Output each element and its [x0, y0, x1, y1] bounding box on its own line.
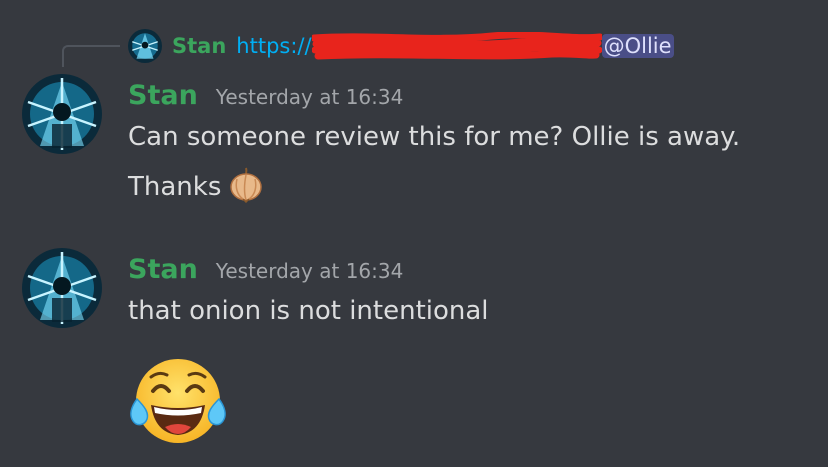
onion-emoji[interactable]: [227, 165, 265, 204]
chat-view: Stan https:// @Ollie Stan Yesterday at 1…: [0, 0, 828, 467]
timestamp[interactable]: Yesterday at 16:34: [216, 85, 404, 109]
reply-author[interactable]: Stan: [172, 34, 226, 58]
redaction-scribble: [310, 31, 604, 60]
reply-connector: [62, 45, 120, 67]
message-text: Can someone review this for me? Ollie is…: [128, 112, 740, 212]
message-line: Can someone review this for me? Ollie is…: [128, 122, 741, 152]
avatar-icon[interactable]: [22, 248, 102, 328]
tears-of-joy-emoji[interactable]: [129, 355, 227, 453]
username[interactable]: Stan: [128, 80, 198, 111]
message-text: that onion is not intentional: [128, 296, 489, 326]
username[interactable]: Stan: [128, 254, 198, 285]
avatar-icon[interactable]: [22, 74, 102, 154]
message-line-thanks: Thanks: [128, 162, 740, 212]
avatar-icon[interactable]: [128, 29, 162, 63]
timestamp[interactable]: Yesterday at 16:34: [216, 259, 404, 283]
message-header: Stan Yesterday at 16:34: [128, 254, 403, 285]
message-header: Stan Yesterday at 16:34: [128, 80, 403, 111]
reply-reference[interactable]: Stan https:// @Ollie: [128, 29, 674, 63]
reply-link[interactable]: https://: [236, 34, 311, 58]
message-line: Thanks: [128, 172, 222, 202]
user-mention[interactable]: @Ollie: [601, 34, 674, 58]
